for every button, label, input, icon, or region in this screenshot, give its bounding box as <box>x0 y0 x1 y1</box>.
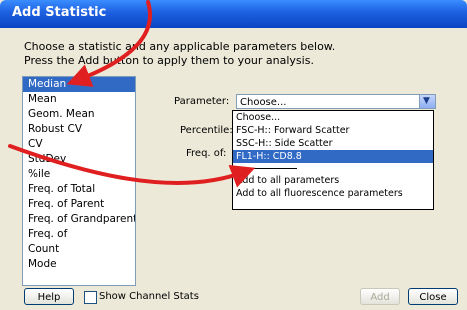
annotation-arrow-to-median <box>66 0 152 87</box>
annotation-arrow-to-fl1 <box>8 144 256 188</box>
annotation-arrows <box>8 0 256 188</box>
